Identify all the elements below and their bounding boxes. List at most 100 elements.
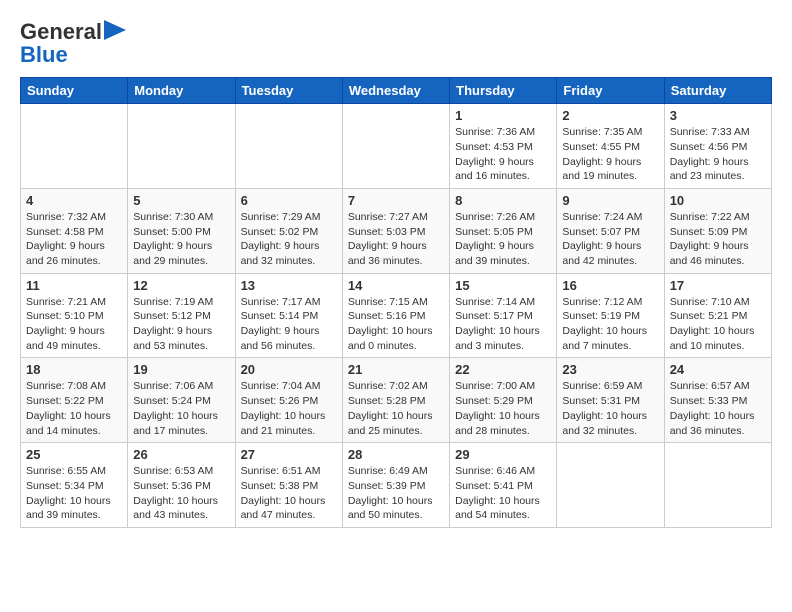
calendar-cell: 25 Sunrise: 6:55 AM Sunset: 5:34 PM Dayli… (21, 443, 128, 528)
day-number: 14 (348, 278, 444, 293)
day-number: 27 (241, 447, 337, 462)
calendar-cell: 13 Sunrise: 7:17 AM Sunset: 5:14 PM Dayli… (235, 273, 342, 358)
calendar-cell: 5Sunrise: 7:30 AM Sunset: 5:00 PM Daylig… (128, 188, 235, 273)
day-number: 25 (26, 447, 122, 462)
day-number: 2 (562, 108, 658, 123)
calendar-cell: 17Sunrise: 7:10 AM Sunset: 5:21 PM Dayli… (664, 273, 771, 358)
day-number: 5 (133, 193, 229, 208)
calendar-cell: 28 Sunrise: 6:49 AM Sunset: 5:39 PM Dayli… (342, 443, 449, 528)
day-info: Sunrise: 7:24 AM Sunset: 5:07 PM Dayligh… (562, 210, 658, 269)
day-info: Sunrise: 6:59 AM Sunset: 5:31 PM Dayligh… (562, 379, 658, 438)
logo-blue: Blue (20, 43, 68, 67)
calendar-cell: 15 Sunrise: 7:14 AM Sunset: 5:17 PM Dayli… (450, 273, 557, 358)
calendar-cell: 26 Sunrise: 6:53 AM Sunset: 5:36 PM Dayli… (128, 443, 235, 528)
calendar-cell: 12 Sunrise: 7:19 AM Sunset: 5:12 PM Dayli… (128, 273, 235, 358)
week-row-1: 4 Sunrise: 7:32 AM Sunset: 4:58 PM Daylig… (21, 188, 772, 273)
calendar-cell (235, 104, 342, 189)
day-number: 26 (133, 447, 229, 462)
day-info: Sunrise: 7:35 AM Sunset: 4:55 PM Dayligh… (562, 125, 658, 184)
logo: General Blue (20, 20, 126, 67)
day-info: Sunrise: 7:15 AM Sunset: 5:16 PM Dayligh… (348, 295, 444, 354)
calendar-cell: 16Sunrise: 7:12 AM Sunset: 5:19 PM Dayli… (557, 273, 664, 358)
week-row-2: 11 Sunrise: 7:21 AM Sunset: 5:10 PM Dayli… (21, 273, 772, 358)
day-number: 9 (562, 193, 658, 208)
week-row-4: 25 Sunrise: 6:55 AM Sunset: 5:34 PM Dayli… (21, 443, 772, 528)
day-info: Sunrise: 7:19 AM Sunset: 5:12 PM Dayligh… (133, 295, 229, 354)
calendar-cell: 29 Sunrise: 6:46 AM Sunset: 5:41 PM Dayli… (450, 443, 557, 528)
day-number: 13 (241, 278, 337, 293)
calendar-cell: 20 Sunrise: 7:04 AM Sunset: 5:26 PM Dayli… (235, 358, 342, 443)
day-info: Sunrise: 6:57 AM Sunset: 5:33 PM Dayligh… (670, 379, 766, 438)
day-info: Sunrise: 7:21 AM Sunset: 5:10 PM Dayligh… (26, 295, 122, 354)
calendar-cell: 27Sunrise: 6:51 AM Sunset: 5:38 PM Dayli… (235, 443, 342, 528)
day-number: 23 (562, 362, 658, 377)
day-info: Sunrise: 7:33 AM Sunset: 4:56 PM Dayligh… (670, 125, 766, 184)
day-info: Sunrise: 6:53 AM Sunset: 5:36 PM Dayligh… (133, 464, 229, 523)
calendar-cell: 24 Sunrise: 6:57 AM Sunset: 5:33 PM Dayli… (664, 358, 771, 443)
calendar-cell (128, 104, 235, 189)
week-row-0: 1 Sunrise: 7:36 AM Sunset: 4:53 PM Daylig… (21, 104, 772, 189)
calendar-cell: 23 Sunrise: 6:59 AM Sunset: 5:31 PM Dayli… (557, 358, 664, 443)
day-info: Sunrise: 7:26 AM Sunset: 5:05 PM Dayligh… (455, 210, 551, 269)
weekday-monday: Monday (128, 78, 235, 104)
day-number: 24 (670, 362, 766, 377)
calendar-cell: 9 Sunrise: 7:24 AM Sunset: 5:07 PM Daylig… (557, 188, 664, 273)
day-number: 18 (26, 362, 122, 377)
day-number: 15 (455, 278, 551, 293)
day-number: 17 (670, 278, 766, 293)
calendar-cell: 6 Sunrise: 7:29 AM Sunset: 5:02 PM Daylig… (235, 188, 342, 273)
day-info: Sunrise: 7:22 AM Sunset: 5:09 PM Dayligh… (670, 210, 766, 269)
calendar-cell (557, 443, 664, 528)
day-info: Sunrise: 7:29 AM Sunset: 5:02 PM Dayligh… (241, 210, 337, 269)
calendar-cell (342, 104, 449, 189)
weekday-friday: Friday (557, 78, 664, 104)
day-number: 1 (455, 108, 551, 123)
day-number: 28 (348, 447, 444, 462)
calendar-cell: 14 Sunrise: 7:15 AM Sunset: 5:16 PM Dayli… (342, 273, 449, 358)
calendar-cell: 3 Sunrise: 7:33 AM Sunset: 4:56 PM Daylig… (664, 104, 771, 189)
day-number: 10 (670, 193, 766, 208)
calendar-cell: 18 Sunrise: 7:08 AM Sunset: 5:22 PM Dayli… (21, 358, 128, 443)
day-number: 16 (562, 278, 658, 293)
day-number: 21 (348, 362, 444, 377)
calendar-cell: 1 Sunrise: 7:36 AM Sunset: 4:53 PM Daylig… (450, 104, 557, 189)
calendar: SundayMondayTuesdayWednesdayThursdayFrid… (20, 77, 772, 528)
day-info: Sunrise: 7:04 AM Sunset: 5:26 PM Dayligh… (241, 379, 337, 438)
day-info: Sunrise: 7:14 AM Sunset: 5:17 PM Dayligh… (455, 295, 551, 354)
day-info: Sunrise: 7:17 AM Sunset: 5:14 PM Dayligh… (241, 295, 337, 354)
day-number: 7 (348, 193, 444, 208)
day-info: Sunrise: 7:32 AM Sunset: 4:58 PM Dayligh… (26, 210, 122, 269)
calendar-cell: 7 Sunrise: 7:27 AM Sunset: 5:03 PM Daylig… (342, 188, 449, 273)
day-info: Sunrise: 6:46 AM Sunset: 5:41 PM Dayligh… (455, 464, 551, 523)
weekday-saturday: Saturday (664, 78, 771, 104)
day-number: 19 (133, 362, 229, 377)
page: General Blue SundayMondayTuesdayWed (0, 0, 792, 538)
calendar-cell: 4 Sunrise: 7:32 AM Sunset: 4:58 PM Daylig… (21, 188, 128, 273)
header: General Blue (20, 20, 772, 67)
day-number: 29 (455, 447, 551, 462)
day-info: Sunrise: 7:08 AM Sunset: 5:22 PM Dayligh… (26, 379, 122, 438)
day-info: Sunrise: 6:55 AM Sunset: 5:34 PM Dayligh… (26, 464, 122, 523)
day-info: Sunrise: 7:02 AM Sunset: 5:28 PM Dayligh… (348, 379, 444, 438)
calendar-cell: 10 Sunrise: 7:22 AM Sunset: 5:09 PM Dayli… (664, 188, 771, 273)
day-info: Sunrise: 7:06 AM Sunset: 5:24 PM Dayligh… (133, 379, 229, 438)
day-number: 11 (26, 278, 122, 293)
logo-general: General (20, 20, 102, 44)
calendar-cell: 2 Sunrise: 7:35 AM Sunset: 4:55 PM Daylig… (557, 104, 664, 189)
day-info: Sunrise: 7:36 AM Sunset: 4:53 PM Dayligh… (455, 125, 551, 184)
day-number: 3 (670, 108, 766, 123)
day-number: 6 (241, 193, 337, 208)
day-number: 20 (241, 362, 337, 377)
calendar-cell: 11 Sunrise: 7:21 AM Sunset: 5:10 PM Dayli… (21, 273, 128, 358)
day-info: Sunrise: 6:49 AM Sunset: 5:39 PM Dayligh… (348, 464, 444, 523)
calendar-cell (664, 443, 771, 528)
day-number: 4 (26, 193, 122, 208)
weekday-header-row: SundayMondayTuesdayWednesdayThursdayFrid… (21, 78, 772, 104)
day-info: Sunrise: 7:00 AM Sunset: 5:29 PM Dayligh… (455, 379, 551, 438)
day-number: 8 (455, 193, 551, 208)
day-number: 22 (455, 362, 551, 377)
weekday-tuesday: Tuesday (235, 78, 342, 104)
logo-arrow-icon (104, 20, 126, 40)
day-info: Sunrise: 7:27 AM Sunset: 5:03 PM Dayligh… (348, 210, 444, 269)
day-number: 12 (133, 278, 229, 293)
